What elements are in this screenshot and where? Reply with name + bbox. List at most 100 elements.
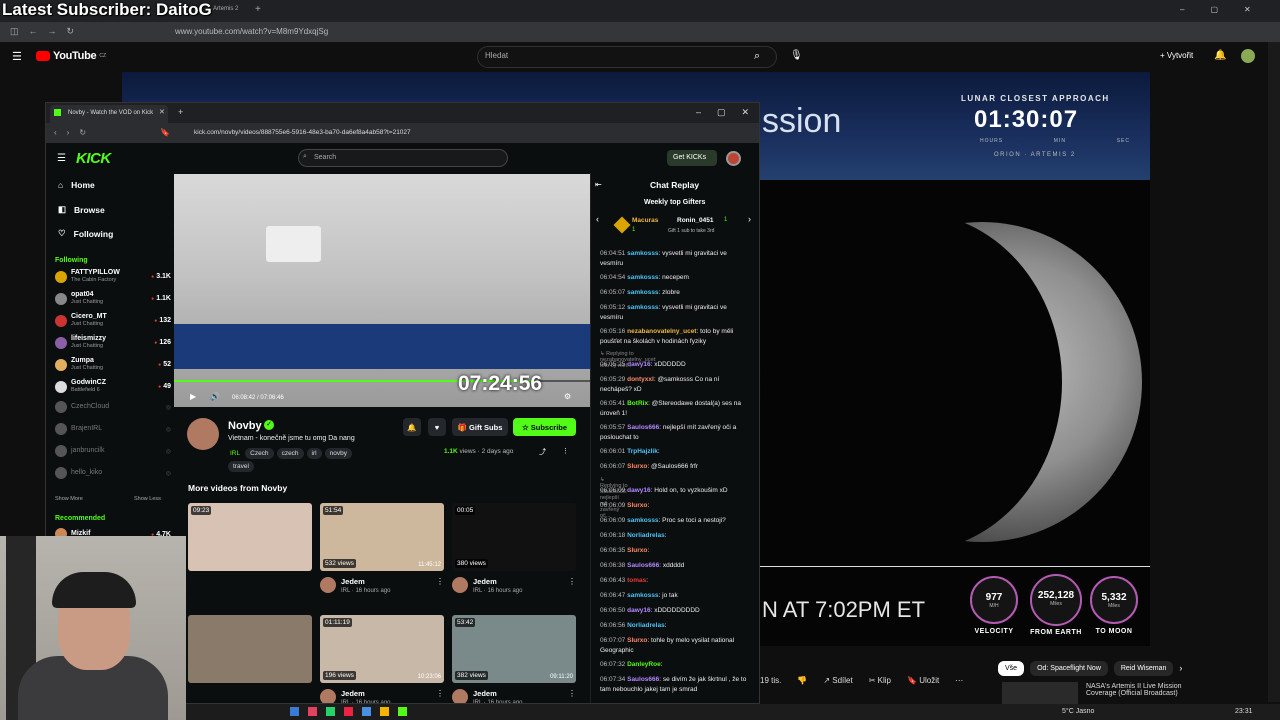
new-tab-button[interactable]: + — [255, 4, 261, 15]
video-card[interactable] — [188, 615, 312, 683]
taskbar-app-icon[interactable] — [344, 707, 353, 716]
video-thumbnail[interactable]: 53:42 382 views 09:11:20 — [452, 615, 576, 683]
taskbar-clock[interactable]: 23:31 — [1235, 708, 1253, 715]
following-channel[interactable]: GodwinCZBattlefield 6 49 — [55, 379, 171, 394]
chat-username[interactable]: Saulos666 — [627, 676, 659, 683]
video-channel-avatar[interactable] — [452, 689, 468, 703]
video-more-icon[interactable]: ⋮ — [436, 577, 444, 594]
video-more-icon[interactable]: ⋮ — [568, 689, 576, 703]
video-title[interactable]: Jedem — [473, 577, 522, 586]
tag-chip[interactable]: Czech — [245, 448, 274, 459]
reload-icon[interactable]: ↻ — [67, 26, 75, 37]
video-thumbnail[interactable]: 51:54 532 views 11:45:12 — [320, 503, 444, 571]
chat-username[interactable]: DanleyRoe — [627, 661, 661, 668]
youtube-avatar[interactable] — [1241, 49, 1255, 63]
chat-username[interactable]: Norliadrelas — [627, 532, 665, 539]
page-scrollbar[interactable] — [1268, 42, 1280, 702]
taskbar-weather[interactable]: 5°C Jasno — [1062, 708, 1094, 715]
chat-username[interactable]: TrpHajzlik — [627, 448, 658, 455]
follow-heart-button[interactable]: ♥ — [428, 418, 446, 436]
kick-reload-icon[interactable]: ↻ — [79, 128, 86, 137]
video-thumbnail[interactable]: 01:11:19 196 views 10:23:06 — [320, 615, 444, 683]
chat-username[interactable]: Slurxo — [627, 547, 647, 554]
kick-logo[interactable]: KICK — [76, 150, 111, 167]
clip-button[interactable]: ✂ Klip — [869, 676, 891, 685]
chat-username[interactable]: nezabanovatelny_ucet — [627, 328, 696, 335]
chip-spaceflight-now[interactable]: Od: Spaceflight Now — [1030, 661, 1108, 676]
nav-home[interactable]: ⌂ Home — [58, 180, 95, 190]
video-thumbnail[interactable] — [188, 615, 312, 683]
outer-url-field[interactable]: www.youtube.com/watch?v=M8m9YdxqjSg — [175, 27, 328, 36]
taskbar-app-icon[interactable] — [380, 707, 389, 716]
video-thumbnail[interactable]: 00:05 380 views — [452, 503, 576, 571]
recommended-video-title[interactable]: NASA's Artemis II Live Mission Coverage … — [1086, 683, 1186, 697]
maximize-button[interactable]: ▢ — [1210, 5, 1218, 14]
microphone-icon[interactable]: 🎙 — [790, 50, 803, 61]
chat-username[interactable]: samkosss — [627, 289, 658, 296]
chip-all[interactable]: Vše — [998, 661, 1025, 676]
channel-name[interactable]: Novby — [228, 420, 262, 432]
video-card[interactable]: 01:11:19 196 views 10:23:06 Jedem IRL · 16 h… — [320, 615, 444, 703]
chat-username[interactable]: Saulos666 — [627, 424, 659, 431]
notification-bell-button[interactable]: 🔔 — [403, 418, 421, 436]
close-button[interactable]: ✕ — [1244, 5, 1251, 14]
notifications-bell-icon[interactable]: 🔔 — [1214, 50, 1226, 61]
gifters-prev-icon[interactable]: ‹ — [596, 214, 599, 224]
back-icon[interactable]: ← — [29, 26, 38, 37]
gifter-2-name[interactable]: Ronin_0451 — [677, 217, 714, 224]
menu-icon[interactable]: ☰ — [12, 50, 22, 63]
kick-minimize-button[interactable]: – — [696, 107, 701, 118]
volume-icon[interactable]: 🔊 — [210, 392, 220, 401]
chat-username[interactable]: dawy16 — [627, 361, 651, 368]
chat-username[interactable]: samkosss — [627, 517, 658, 524]
nav-following[interactable]: ♡ Following — [58, 228, 113, 239]
kick-back-icon[interactable]: ‹ — [54, 128, 57, 137]
subscribe-button[interactable]: ☆ Subscribe — [513, 418, 576, 436]
taskbar-app-icon[interactable] — [308, 707, 317, 716]
chat-username[interactable]: samkosss — [627, 274, 658, 281]
video-thumbnail[interactable]: 09:23 — [188, 503, 312, 571]
kick-maximize-button[interactable]: ▢ — [717, 107, 726, 118]
play-icon[interactable]: ▶ — [190, 392, 196, 401]
video-title[interactable]: Jedem — [341, 689, 390, 698]
tag-travel[interactable]: travel — [228, 461, 254, 472]
settings-icon[interactable]: ⚙ — [564, 392, 571, 401]
kick-user-avatar[interactable] — [726, 151, 741, 166]
like-count[interactable]: 19 tis. — [760, 676, 781, 685]
new-tab-icon[interactable]: + — [178, 107, 183, 117]
chip-reid-wiseman[interactable]: Reid Wiseman — [1113, 661, 1174, 676]
taskbar-app-icon[interactable] — [362, 707, 371, 716]
chat-username[interactable]: dontyxxl — [627, 376, 654, 383]
video-title[interactable]: Jedem — [473, 689, 522, 698]
video-channel-avatar[interactable] — [452, 577, 468, 593]
youtube-logo[interactable]: YouTube CZ — [36, 50, 106, 62]
dislike-icon[interactable]: 👎 — [797, 676, 807, 685]
chat-username[interactable]: samkosss — [627, 250, 658, 257]
bookmark-icon[interactable]: 🔖 — [160, 128, 170, 137]
video-title[interactable]: Jedem — [341, 577, 390, 586]
show-more-button[interactable]: Show More — [55, 496, 83, 502]
kick-menu-icon[interactable]: ☰ — [57, 153, 66, 164]
tag-chip[interactable]: irl — [306, 448, 322, 459]
chat-username[interactable]: BotRix — [627, 400, 648, 407]
outer-tab-title[interactable]: Artemis 2 — [213, 6, 238, 12]
video-card[interactable]: 09:23 — [188, 503, 312, 571]
following-channel[interactable]: ZumpaJust Chatting 52 — [55, 357, 171, 372]
following-channel[interactable]: BrajenIRL ◎ — [55, 423, 171, 435]
forward-icon[interactable]: → — [48, 26, 57, 37]
get-kicks-button[interactable]: Get KICKs — [667, 150, 717, 166]
kick-close-button[interactable]: ✕ — [742, 107, 750, 118]
save-button[interactable]: 🔖 Uložit — [907, 676, 939, 685]
chat-username[interactable]: Slurxo — [627, 637, 647, 644]
tag-chip[interactable]: czech — [276, 448, 304, 459]
chat-username[interactable]: dawy16 — [627, 487, 651, 494]
chat-username[interactable]: Saulos666 — [627, 562, 659, 569]
following-channel[interactable]: opat04Just Chatting 1.1K — [55, 291, 171, 306]
close-tab-icon[interactable]: ✕ — [159, 108, 165, 116]
chips-next-icon[interactable]: › — [1179, 661, 1182, 676]
following-channel[interactable]: FATTYPILLOWThe Cabin Factory 3.1K — [55, 269, 171, 284]
youtube-search-input[interactable] — [477, 46, 777, 68]
kick-tab[interactable]: Novby - Watch the VOD on Kick — [50, 105, 168, 123]
video-card[interactable]: 53:42 382 views 09:11:20 Jedem IRL · 16 hour… — [452, 615, 576, 703]
search-icon[interactable]: ⌕ — [754, 50, 760, 63]
